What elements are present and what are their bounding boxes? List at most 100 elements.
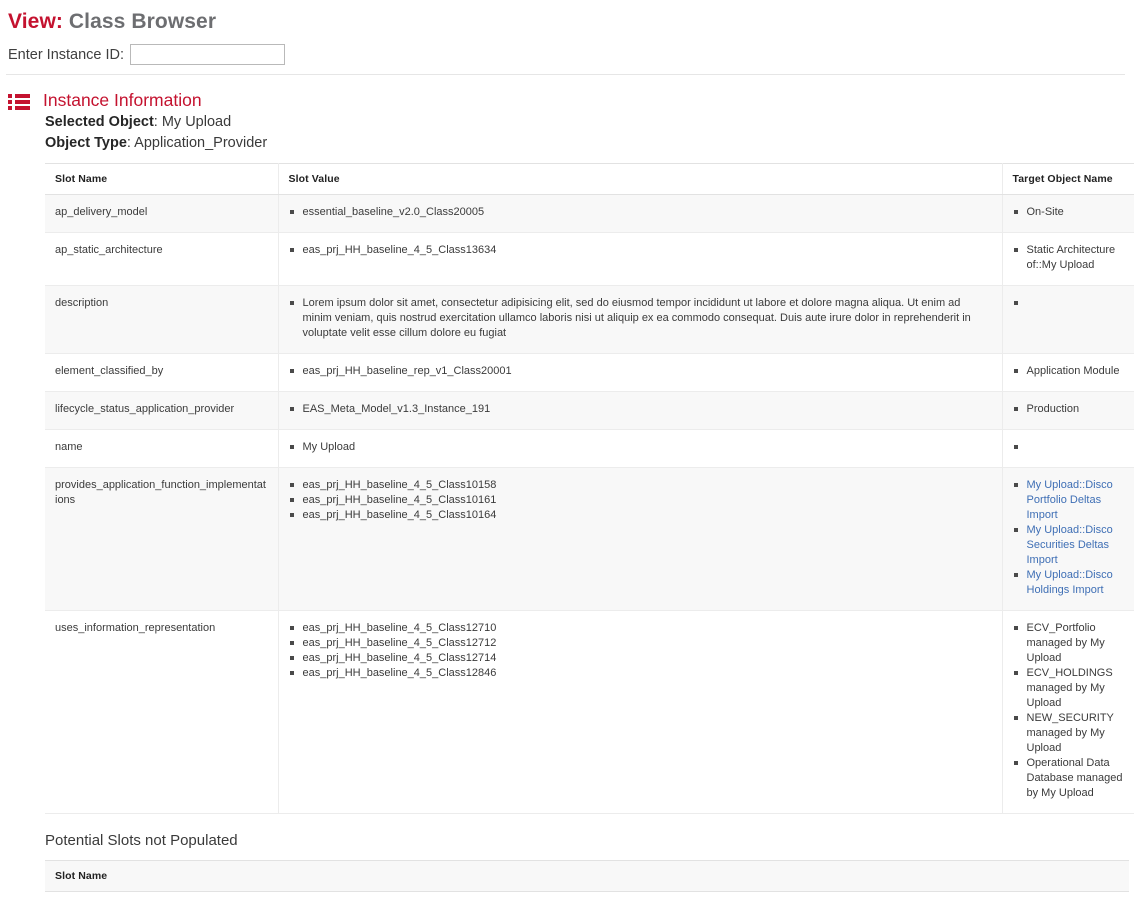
target-object-link[interactable]: My Upload::Disco Holdings Import [1027,569,1113,596]
slot-value-item: eas_prj_HH_baseline_4_5_Class10161 [289,493,992,508]
target-object-cell: On-Site [1002,194,1134,233]
target-object-link[interactable]: My Upload::Disco Securities Deltas Impor… [1027,524,1113,566]
slot-value-item: Lorem ipsum dolor sit amet, consectetur … [289,296,992,341]
target-object-list: Static Architecture of::My Upload [1013,243,1125,273]
target-object-item: Production [1013,402,1125,417]
slot-name-cell: ap_delivery_model [45,194,279,233]
table-row: lifecycle_status_application_provider EAS… [45,391,1134,430]
column-header-slot-value: Slot Value [278,163,1003,195]
slot-value-item: My Upload [289,440,992,455]
page-title: View: Class Browser [0,0,1135,35]
slot-value-item: eas_prj_HH_baseline_4_5_Class12712 [289,636,992,651]
slot-value-cell: EAS_Meta_Model_v1.3_Instance_191 [278,391,1003,430]
slot-value-item: EAS_Meta_Model_v1.3_Instance_191 [289,402,992,417]
unpopulated-table-wrap: Slot Name app_logical_contained_in_arch_… [45,860,1129,900]
target-object-list [1013,440,1125,455]
slot-value-item: eas_prj_HH_baseline_4_5_Class10164 [289,508,992,523]
table-row: element_classified_by eas_prj_HH_baseline… [45,353,1134,392]
object-type-value: : Application_Provider [126,135,268,151]
instance-id-input[interactable] [130,44,286,65]
slot-value-list: Lorem ipsum dolor sit amet, consectetur … [289,296,992,341]
list-icon [8,94,30,110]
target-object-item: ECV_HOLDINGS managed by My Upload [1013,666,1125,711]
slot-value-cell: eas_prj_HH_baseline_rep_v1_Class20001 [278,353,1003,392]
target-object-cell: Static Architecture of::My Upload [1002,232,1134,286]
slot-value-list: essential_baseline_v2.0_Class20005 [289,205,992,220]
slot-value-item: essential_baseline_v2.0_Class20005 [289,205,992,220]
slots-table: Slot Name Slot Value Target Object Name … [45,163,1134,814]
column-header-target-name: Target Object Name [1002,163,1134,195]
target-object-cell [1002,429,1134,468]
target-object-list: Application Module [1013,364,1125,379]
target-object-item: Operational Data Database managed by My … [1013,756,1125,801]
slot-value-cell: My Upload [278,429,1003,468]
slot-value-cell: essential_baseline_v2.0_Class20005 [278,194,1003,233]
target-object-cell: My Upload::Disco Portfolio Deltas Import… [1002,467,1134,611]
slot-value-cell: eas_prj_HH_baseline_4_5_Class12710 eas_pr… [278,610,1003,814]
target-object-list: My Upload::Disco Portfolio Deltas Import… [1013,478,1125,598]
table-row: description Lorem ipsum dolor sit amet, c… [45,285,1134,354]
target-object-item: On-Site [1013,205,1125,220]
target-object-link[interactable]: My Upload::Disco Portfolio Deltas Import [1027,479,1113,521]
object-type-label: Object Type [45,135,127,151]
slot-value-item: eas_prj_HH_baseline_4_5_Class10158 [289,478,992,493]
slots-table-wrap: Slot Name Slot Value Target Object Name … [45,163,1134,814]
instance-id-row: Enter Instance ID: [0,35,1135,65]
slot-name-cell: uses_information_representation [45,610,279,814]
unpopulated-header-row: Slot Name [45,860,1129,892]
slot-name-cell: name [45,429,279,468]
target-object-item: NEW_SECURITY managed by My Upload [1013,711,1125,756]
view-label: View: [8,10,63,33]
target-object-cell [1002,285,1134,354]
table-header-row: Slot Name Slot Value Target Object Name [45,163,1134,195]
class-browser-page: View: Class Browser Enter Instance ID: I… [0,0,1135,900]
target-object-list: ECV_Portfolio managed by My Upload ECV_HO… [1013,621,1125,801]
target-object-item[interactable]: My Upload::Disco Securities Deltas Impor… [1013,523,1125,568]
slot-value-item: eas_prj_HH_baseline_4_5_Class12846 [289,666,992,681]
selected-object-line: Selected Object: My Upload [0,112,1135,132]
slot-value-cell: eas_prj_HH_baseline_4_5_Class10158 eas_pr… [278,467,1003,611]
instance-id-label: Enter Instance ID: [8,46,125,63]
slot-name-cell: description [45,285,279,354]
target-object-item: Static Architecture of::My Upload [1013,243,1125,273]
target-object-item: ECV_Portfolio managed by My Upload [1013,621,1125,666]
slot-value-list: eas_prj_HH_baseline_4_5_Class13634 [289,243,992,258]
slot-name-cell: provides_application_function_implementa… [45,467,279,611]
slots-table-body: ap_delivery_model essential_baseline_v2.0… [45,194,1134,814]
target-object-list [1013,296,1125,311]
table-row: uses_information_representation eas_prj_H… [45,610,1134,814]
slot-value-list: My Upload [289,440,992,455]
potential-slots-title: Potential Slots not Populated [45,832,238,849]
slot-value-cell: eas_prj_HH_baseline_4_5_Class13634 [278,232,1003,286]
slot-name-cell: ap_static_architecture [45,232,279,286]
target-object-cell: Production [1002,391,1134,430]
selected-object-value: : My Upload [153,114,232,130]
slot-value-item: eas_prj_HH_baseline_4_5_Class13634 [289,243,992,258]
slot-value-item: eas_prj_HH_baseline_4_5_Class12714 [289,651,992,666]
table-row: provides_application_function_implementa… [45,467,1134,611]
target-object-item[interactable]: My Upload::Disco Portfolio Deltas Import [1013,478,1125,523]
table-row: ap_static_architecture eas_prj_HH_baselin… [45,232,1134,286]
target-object-item [1013,296,1125,311]
table-row: ap_delivery_model essential_baseline_v2.0… [45,194,1134,233]
selected-object-label: Selected Object [45,114,154,130]
slot-value-item: eas_prj_HH_baseline_4_5_Class12710 [289,621,992,636]
view-name: Class Browser [68,10,217,33]
unpopulated-slot-name-cell: app_logical_contained_in_arch_states [45,891,1129,900]
target-object-cell: ECV_Portfolio managed by My Upload ECV_HO… [1002,610,1134,814]
slot-value-cell: Lorem ipsum dolor sit amet, consectetur … [278,285,1003,354]
instance-information-title: Instance Information [43,90,202,110]
column-header-unpopulated-slot-name: Slot Name [45,860,1129,892]
slot-value-list: eas_prj_HH_baseline_rep_v1_Class20001 [289,364,992,379]
unpopulated-table-body: app_logical_contained_in_arch_states [45,891,1129,900]
slot-name-cell: lifecycle_status_application_provider [45,391,279,430]
target-object-list: On-Site [1013,205,1125,220]
table-row: name My Upload [45,429,1134,468]
unpopulated-slots-table: Slot Name app_logical_contained_in_arch_… [45,860,1129,900]
slot-value-list: EAS_Meta_Model_v1.3_Instance_191 [289,402,992,417]
slot-value-list: eas_prj_HH_baseline_4_5_Class12710 eas_pr… [289,621,992,681]
target-object-item[interactable]: My Upload::Disco Holdings Import [1013,568,1125,598]
table-row: app_logical_contained_in_arch_states [45,891,1129,900]
target-object-list: Production [1013,402,1125,417]
slot-name-cell: element_classified_by [45,353,279,392]
